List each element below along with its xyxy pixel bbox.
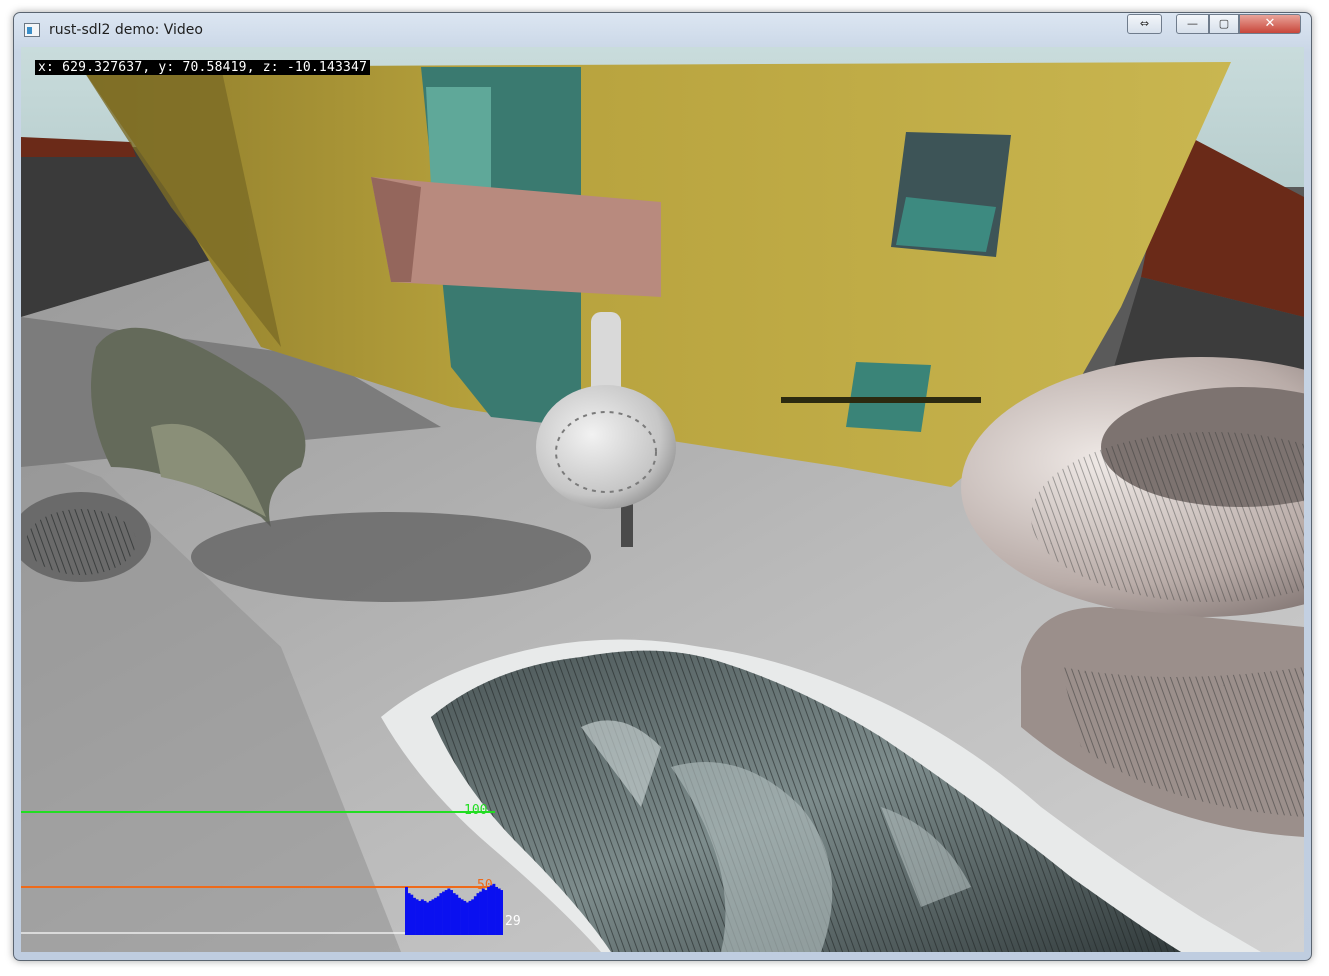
render-viewport[interactable]: x: 629.327637, y: 70.58419, z: -10.14334… — [21, 47, 1304, 952]
fps-bar — [500, 890, 503, 935]
window-title: rust-sdl2 demo: Video — [49, 22, 203, 38]
graph-label-100: 100 — [464, 803, 488, 818]
fps-bar — [495, 886, 498, 935]
fps-bar — [455, 894, 459, 935]
fps-bar — [428, 900, 432, 935]
fps-bar — [420, 899, 424, 935]
fps-bar — [489, 885, 493, 935]
app-icon[interactable] — [24, 23, 40, 37]
fps-bar — [426, 902, 430, 935]
fps-bar — [471, 899, 475, 935]
fps-bar — [484, 890, 488, 935]
fps-bar — [442, 891, 446, 935]
close-button[interactable]: ✕ — [1239, 14, 1301, 34]
3d-scene — [21, 47, 1304, 952]
fps-bar — [407, 893, 411, 935]
fps-bar — [431, 899, 435, 935]
resize-toggle-button[interactable]: ⇔ — [1127, 14, 1162, 34]
fps-bar — [463, 900, 467, 935]
fps-bar — [412, 897, 416, 935]
maximize-button[interactable]: ▢ — [1209, 14, 1239, 34]
fps-bar — [418, 900, 422, 935]
fps-bar — [473, 896, 477, 935]
minimize-button[interactable]: — — [1176, 14, 1209, 34]
fps-bar — [434, 897, 438, 935]
fps-bar — [436, 896, 440, 935]
fps-bar — [450, 890, 453, 935]
fps-bar — [447, 888, 451, 935]
app-window: rust-sdl2 demo: Video ⇔ — ▢ ✕ x: 629.327… — [13, 12, 1312, 961]
fps-bar — [444, 890, 448, 935]
fps-bar — [460, 899, 464, 935]
fps-bar — [479, 891, 483, 935]
fps-bar-spike — [405, 887, 408, 935]
fps-bar — [476, 893, 480, 935]
fps-bar — [492, 883, 496, 935]
fps-bar — [457, 897, 461, 935]
fps-bar — [439, 893, 443, 935]
title-bar[interactable]: rust-sdl2 demo: Video ⇔ — ▢ ✕ — [14, 13, 1311, 47]
fps-bar — [487, 886, 491, 935]
fps-bar — [410, 894, 414, 935]
fps-bar — [468, 900, 472, 935]
fps-bar — [415, 899, 419, 935]
fps-bar — [497, 888, 501, 935]
fps-bar — [423, 900, 427, 935]
fps-bar — [452, 893, 456, 935]
coordinate-readout: x: 629.327637, y: 70.58419, z: -10.14334… — [35, 60, 371, 75]
fps-bar-graph — [405, 883, 503, 935]
fps-bar — [465, 902, 469, 935]
graph-line-100 — [21, 811, 495, 813]
fps-bar — [481, 888, 485, 935]
graph-label-current: 29 — [505, 914, 521, 929]
